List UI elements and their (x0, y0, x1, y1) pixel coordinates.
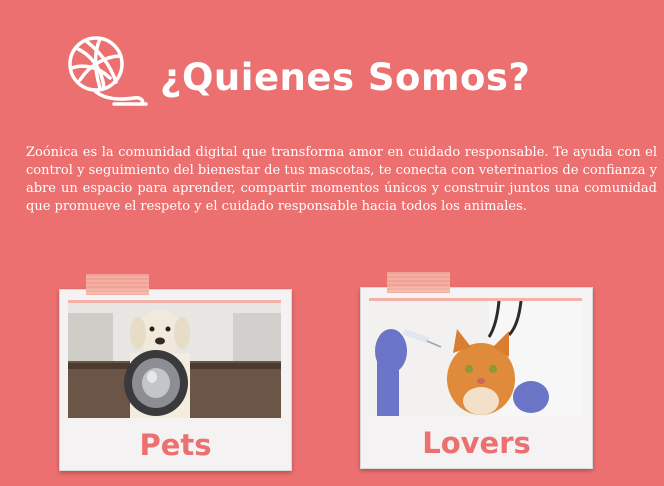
vet-with-cat-photo (369, 298, 582, 416)
dog-with-bowl-photo (68, 300, 281, 418)
lovers-label: Lovers (422, 426, 531, 460)
tape-decoration (86, 274, 149, 295)
yarn-ball-icon (68, 36, 148, 106)
tape-decoration (387, 272, 450, 293)
intro-paragraph: Zoónica es la comunidad digital que tran… (26, 145, 657, 214)
lovers-card: Lovers (360, 272, 593, 469)
pets-card: Pets (59, 274, 292, 471)
pets-label: Pets (139, 428, 212, 462)
page-title: ¿Quienes Somos? (160, 56, 531, 99)
